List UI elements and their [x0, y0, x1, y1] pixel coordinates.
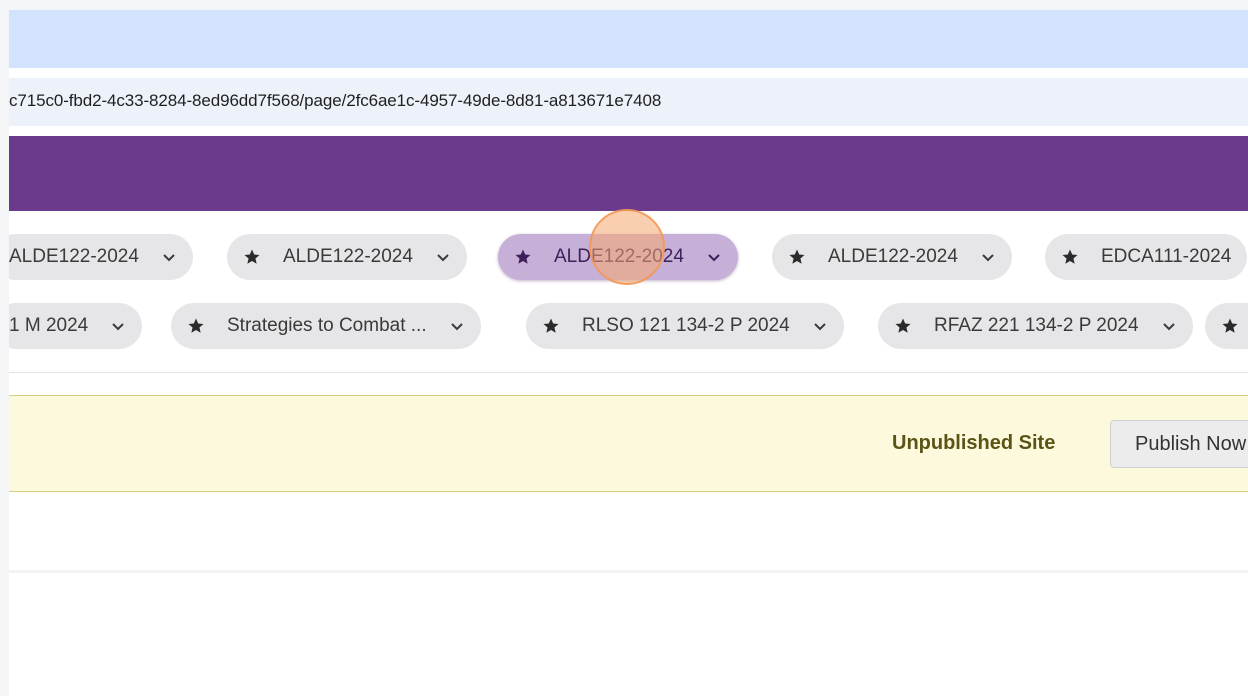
course-chip[interactable]: ALDE122-2024: [227, 234, 467, 280]
chip-label: RFAZ 221 134-2 P 2024: [934, 315, 1139, 336]
star-icon[interactable]: [1061, 248, 1079, 266]
browser-tab-strip[interactable]: [9, 10, 1248, 68]
chevron-down-icon[interactable]: [110, 318, 126, 334]
divider: [9, 372, 1248, 373]
chip-label: ALDE122-2024: [554, 246, 684, 267]
chip-label: ALDE122-2024: [828, 246, 958, 267]
star-icon[interactable]: [243, 248, 261, 266]
chevron-down-icon[interactable]: [1161, 318, 1177, 334]
chip-label: RLSO 121 134-2 P 2024: [582, 315, 790, 336]
course-chip-active[interactable]: ALDE122-2024: [498, 234, 738, 280]
browser-window: c715c0-fbd2-4c33-8284-8ed96dd7f568/page/…: [9, 10, 1248, 696]
chevron-down-icon[interactable]: [812, 318, 828, 334]
unpublished-banner: Unpublished Site Publish Now: [9, 395, 1248, 492]
chip-label: 1 M 2024: [9, 315, 89, 336]
chip-label: EDCA111-2024: [1101, 246, 1232, 267]
star-icon[interactable]: [1221, 317, 1239, 335]
unpublished-status: Unpublished Site: [892, 432, 1056, 454]
divider: [9, 570, 1248, 573]
chevron-down-icon[interactable]: [980, 249, 996, 265]
chip-label: Strategies to Combat ...: [227, 315, 427, 336]
course-chip[interactable]: 1 M 2024: [9, 303, 143, 349]
url-text[interactable]: c715c0-fbd2-4c33-8284-8ed96dd7f568/page/…: [9, 91, 661, 111]
course-chip[interactable]: [1205, 303, 1248, 349]
course-chip[interactable]: RFAZ 221 134-2 P 2024: [878, 303, 1193, 349]
star-icon[interactable]: [187, 317, 205, 335]
star-icon[interactable]: [788, 248, 806, 266]
chevron-down-icon[interactable]: [706, 249, 722, 265]
chevron-down-icon[interactable]: [435, 249, 451, 265]
publish-now-button[interactable]: Publish Now: [1110, 420, 1248, 468]
site-header: [9, 136, 1248, 211]
star-icon[interactable]: [542, 317, 560, 335]
course-chip[interactable]: ALDE122-2024: [9, 234, 193, 280]
course-chip[interactable]: RLSO 121 134-2 P 2024: [526, 303, 844, 349]
chevron-down-icon[interactable]: [449, 318, 465, 334]
course-chip[interactable]: EDCA111-2024: [1045, 234, 1248, 280]
chip-label: ALDE122-2024: [9, 246, 139, 267]
course-chip[interactable]: Strategies to Combat ...: [171, 303, 481, 349]
course-chip[interactable]: ALDE122-2024: [772, 234, 1012, 280]
course-chip-row-2: 1 M 2024 Strategies to Combat ... RLSO 1…: [9, 303, 1248, 349]
address-bar[interactable]: c715c0-fbd2-4c33-8284-8ed96dd7f568/page/…: [9, 78, 1248, 126]
star-icon[interactable]: [894, 317, 912, 335]
course-chip-row-1: ALDE122-2024 ALDE122-2024 ALDE122-2024 A…: [9, 234, 1248, 280]
chip-label: ALDE122-2024: [283, 246, 413, 267]
chevron-down-icon[interactable]: [161, 249, 177, 265]
star-icon[interactable]: [514, 248, 532, 266]
